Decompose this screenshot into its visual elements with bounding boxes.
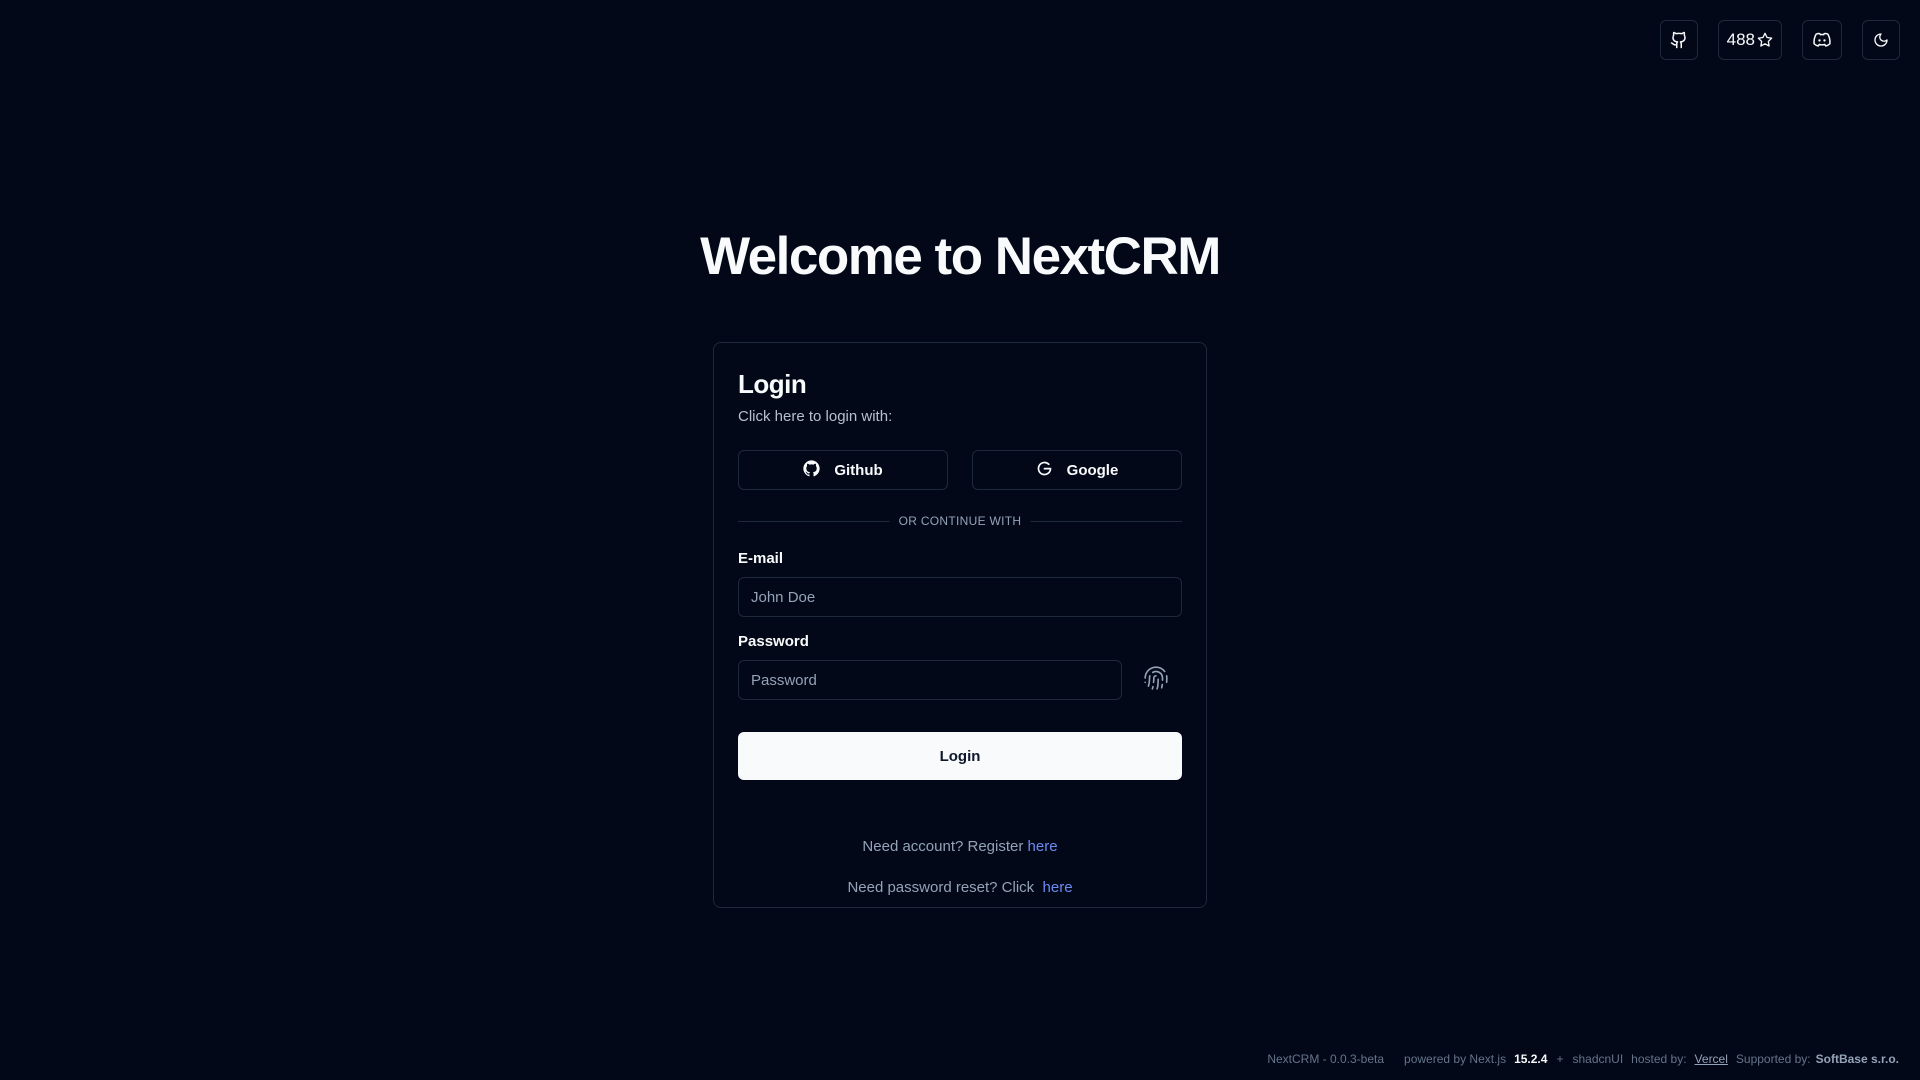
- reset-link[interactable]: here: [1043, 879, 1073, 896]
- discord-icon: [1812, 31, 1832, 49]
- login-button[interactable]: Login: [738, 732, 1182, 780]
- password-row: [738, 660, 1182, 700]
- stars-count: 488: [1726, 30, 1755, 49]
- register-text: Need account? Register: [862, 838, 1024, 855]
- top-toolbar: 488: [1659, 20, 1900, 60]
- card-title: Login: [738, 369, 807, 399]
- moon-icon: [1873, 32, 1889, 48]
- github-icon: [803, 459, 820, 481]
- plus-sign: +: [1556, 1052, 1564, 1066]
- ui-library: shadcnUI: [1572, 1052, 1624, 1066]
- powered-by-text: powered by Next.js: [1404, 1052, 1507, 1066]
- github-login-label: Github: [834, 461, 883, 479]
- oauth-buttons: Github Google: [738, 450, 1182, 490]
- divider-text: OR CONTINUE WITH: [889, 514, 1031, 528]
- vercel-link[interactable]: Vercel: [1695, 1052, 1728, 1066]
- fingerprint-icon: [1143, 665, 1169, 696]
- hosted-by-text: hosted by:: [1631, 1052, 1687, 1066]
- supporter-name: SoftBase s.r.o.: [1815, 1052, 1899, 1066]
- password-label: Password: [738, 633, 809, 650]
- google-icon: [1036, 460, 1053, 481]
- reset-prompt: Need password reset? Click here: [738, 879, 1182, 896]
- next-version: 15.2.4: [1514, 1052, 1548, 1066]
- github-icon: [1670, 31, 1688, 49]
- theme-toggle-button[interactable]: [1862, 20, 1900, 60]
- email-field[interactable]: [738, 577, 1182, 617]
- github-stars-button[interactable]: 488: [1717, 20, 1782, 60]
- google-login-button[interactable]: Google: [972, 450, 1182, 490]
- github-repo-button[interactable]: [1659, 20, 1698, 60]
- github-login-button[interactable]: Github: [738, 450, 948, 490]
- discord-button[interactable]: [1802, 20, 1842, 60]
- page-footer: NextCRM - 0.0.3-beta powered by Next.js …: [1267, 1052, 1899, 1066]
- card-description: Click here to login with:: [738, 408, 893, 425]
- show-password-button[interactable]: [1136, 660, 1176, 700]
- reset-text: Need password reset? Click: [847, 879, 1035, 896]
- app-version: NextCRM - 0.0.3-beta: [1267, 1052, 1385, 1066]
- register-link[interactable]: here: [1028, 838, 1058, 855]
- login-card: Login Click here to login with: Github G…: [713, 342, 1207, 908]
- or-divider: OR CONTINUE WITH: [738, 514, 1182, 528]
- google-login-label: Google: [1066, 461, 1119, 479]
- email-label: E-mail: [738, 550, 784, 567]
- page-title: Welcome to NextCRM: [700, 227, 1221, 286]
- star-icon: [1757, 32, 1773, 48]
- supported-by-text: Supported by:: [1735, 1052, 1811, 1066]
- register-prompt: Need account? Register here: [738, 838, 1182, 855]
- password-field[interactable]: [738, 660, 1122, 700]
